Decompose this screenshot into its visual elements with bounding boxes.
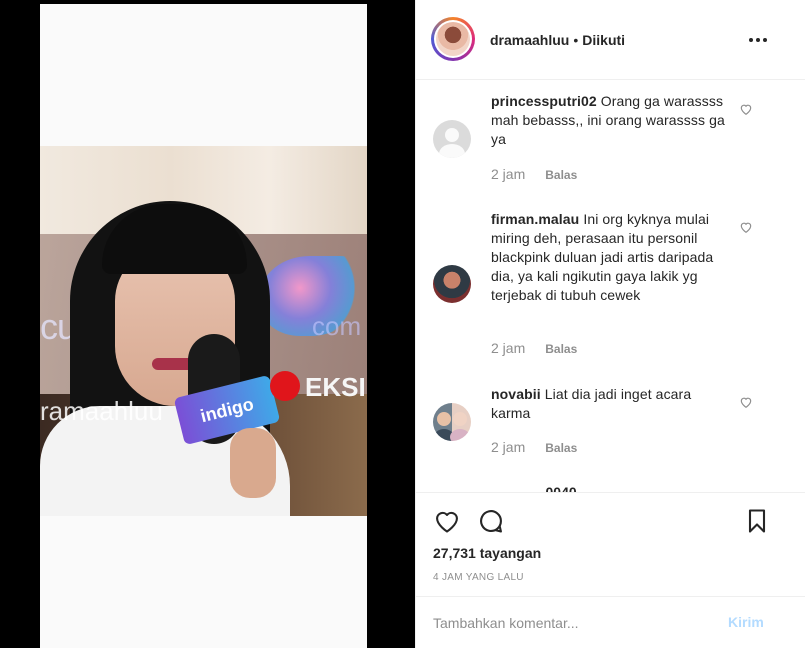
follow-status-button[interactable]: Diikuti [582,32,625,48]
video-player[interactable]: cumicumi com ramaahluu indigo EKSI [40,4,367,648]
channel-label: EKSI [305,372,366,402]
media-panel: cumicumi com ramaahluu indigo EKSI [0,0,415,648]
comment-body: novabii Liat dia jadi inget acara karma [491,385,731,423]
reply-button[interactable]: Balas [545,168,577,182]
comment-time[interactable]: 2 jam [491,439,525,455]
author-username[interactable]: dramaahluu [490,32,569,48]
heart-icon[interactable] [433,507,461,535]
comment-meta: 2 jam Balas [491,166,577,182]
comment-like-icon[interactable] [739,220,753,234]
post-header: dramaahluu • Diikuti [416,0,805,80]
author-avatar-inner [434,20,472,58]
separator: • [573,32,579,48]
post-side-panel: dramaahluu • Diikuti princessputri02 Orang… [415,0,805,648]
record-dot-icon [270,371,300,401]
reply-button[interactable]: Balas [545,441,577,455]
comment-body: firman.malau Ini org kyknya mulai miring… [491,210,731,305]
comment-like-icon[interactable] [739,102,753,116]
bookmark-icon[interactable] [743,507,771,535]
comment-body: princessputri02 Orang ga warassss mah be… [491,92,731,149]
more-options-icon[interactable] [746,28,770,52]
post-actions: 27,731 tayangan 4 JAM YANG LALU [416,492,805,596]
default-avatar-icon[interactable] [433,120,471,158]
add-comment-form: Kirim [416,596,805,648]
author-photo-icon [436,22,470,56]
author-line: dramaahluu • Diikuti [490,31,625,49]
view-count[interactable]: 27,731 tayangan [433,545,541,561]
comment-meta: 2 jam Balas [491,439,577,455]
post-timestamp[interactable]: 4 JAM YANG LALU [433,572,524,583]
author-avatar[interactable] [431,17,475,61]
comments-list[interactable]: princessputri02 Orang ga warassss mah be… [416,80,805,492]
comment-username[interactable]: novabii [491,386,541,402]
comment-input[interactable] [433,611,713,635]
comment-meta: 2 jam Balas [491,340,577,356]
watermark-domain: com [312,311,362,341]
comment-username[interactable]: princessputri02 [491,93,597,109]
comment-like-icon[interactable] [739,395,753,409]
watermark-username: ramaahluu [40,396,163,426]
comment-username[interactable]: firman.malau [491,211,579,227]
comment-time[interactable]: 2 jam [491,166,525,182]
user-photo-icon[interactable] [433,265,471,303]
video-frame[interactable]: cumicumi com ramaahluu indigo EKSI [40,146,367,516]
reply-button[interactable]: Balas [545,342,577,356]
partial-comment-username: __ ___ _0040 _ [491,484,589,492]
user-photo-icon[interactable] [433,403,471,441]
post-comment-button[interactable]: Kirim [728,614,764,630]
person-hand [230,428,276,498]
comment-time[interactable]: 2 jam [491,340,525,356]
comment-icon[interactable] [477,507,505,535]
